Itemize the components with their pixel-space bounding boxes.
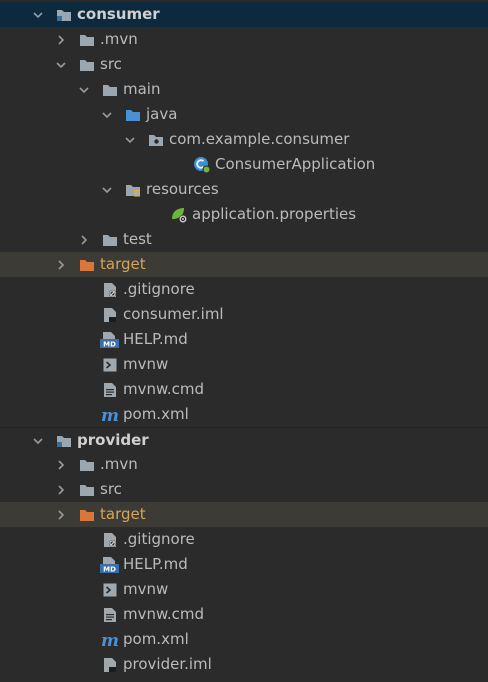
tree-row-src[interactable]: src: [0, 52, 488, 77]
chevron-down-icon[interactable]: [31, 2, 45, 27]
text-file-icon: [100, 602, 120, 627]
chevron-right-icon[interactable]: [54, 452, 68, 477]
tree-row-label: pom.xml: [123, 405, 189, 423]
markdown-file-icon: MD: [100, 327, 120, 352]
gitignore-file-icon: [100, 277, 120, 302]
tree-row-label: main: [123, 80, 161, 98]
tree-row-label: consumer: [77, 5, 160, 23]
project-tree: consumer .mvn src main java com.example.…: [0, 0, 488, 682]
svg-text:m: m: [101, 632, 119, 648]
tree-row-label: resources: [146, 180, 219, 198]
folder-icon: [100, 227, 120, 252]
tree-row-src[interactable]: src: [0, 477, 488, 502]
tree-row-help-md[interactable]: MD HELP.md: [0, 327, 488, 352]
tree-row-label: .mvn: [100, 30, 138, 48]
tree-row-help-md[interactable]: MD HELP.md: [0, 552, 488, 577]
chevron-down-icon[interactable]: [31, 428, 45, 453]
svg-text:MD: MD: [103, 340, 116, 348]
tree-row-label: .mvn: [100, 455, 138, 473]
tree-row-label: provider.iml: [123, 655, 212, 673]
tree-row-label: com.example.consumer: [169, 130, 350, 148]
tree-row-label: src: [100, 480, 122, 498]
tree-row-target[interactable]: target: [0, 502, 488, 527]
folder-icon: [77, 52, 97, 77]
module-folder-icon: [54, 428, 74, 453]
tree-row-target[interactable]: target: [0, 252, 488, 277]
tree-row-label: src: [100, 55, 122, 73]
tree-row-label: mvnw.cmd: [123, 380, 205, 398]
source-folder-icon: [123, 102, 143, 127]
tree-row-java[interactable]: java: [0, 102, 488, 127]
tree-row-application-properties[interactable]: application.properties: [0, 202, 488, 227]
tree-row-label: java: [146, 105, 178, 123]
svg-text:MD: MD: [103, 565, 116, 573]
chevron-right-icon[interactable]: [54, 27, 68, 52]
chevron-down-icon[interactable]: [54, 52, 68, 77]
tree-row-main[interactable]: main: [0, 77, 488, 102]
tree-row-label: application.properties: [192, 205, 357, 223]
svg-text:m: m: [101, 407, 119, 423]
tree-row-consumer[interactable]: consumer: [0, 2, 488, 27]
tree-row-resources[interactable]: resources: [0, 177, 488, 202]
tree-row-label: target: [100, 505, 146, 523]
maven-pom-icon: m: [100, 402, 120, 427]
spring-boot-class-icon: [192, 152, 212, 177]
tree-row-label: ConsumerApplication: [215, 155, 376, 173]
tree-row-pom-xml[interactable]: m pom.xml: [0, 402, 488, 427]
tree-row-mvnw[interactable]: mvnw: [0, 577, 488, 602]
maven-pom-icon: m: [100, 627, 120, 652]
markdown-file-icon: MD: [100, 552, 120, 577]
tree-row-label: mvnw.cmd: [123, 605, 205, 623]
excluded-folder-icon: [77, 252, 97, 277]
tree-row-gitignore[interactable]: .gitignore: [0, 527, 488, 552]
chevron-right-icon[interactable]: [54, 477, 68, 502]
tree-row-test[interactable]: test: [0, 227, 488, 252]
tree-row-mvn[interactable]: .mvn: [0, 27, 488, 52]
tree-row-mvnw[interactable]: mvnw: [0, 352, 488, 377]
chevron-down-icon[interactable]: [123, 127, 137, 152]
tree-row-label: HELP.md: [123, 330, 188, 348]
shell-script-icon: [100, 352, 120, 377]
tree-row-provider-iml[interactable]: provider.iml: [0, 652, 488, 677]
gitignore-file-icon: [100, 527, 120, 552]
tree-row-mvn[interactable]: .mvn: [0, 452, 488, 477]
tree-row-pom-xml[interactable]: m pom.xml: [0, 627, 488, 652]
chevron-right-icon[interactable]: [77, 227, 91, 252]
folder-icon: [100, 77, 120, 102]
tree-row-label: provider: [77, 431, 149, 449]
chevron-down-icon[interactable]: [77, 77, 91, 102]
excluded-folder-icon: [77, 502, 97, 527]
tree-row-label: consumer.iml: [123, 305, 224, 323]
chevron-down-icon[interactable]: [100, 177, 114, 202]
folder-icon: [77, 477, 97, 502]
resources-folder-icon: [123, 177, 143, 202]
tree-row-label: HELP.md: [123, 555, 188, 573]
tree-row-label: mvnw: [123, 580, 169, 598]
tree-row-gitignore[interactable]: .gitignore: [0, 277, 488, 302]
tree-row-label: .gitignore: [123, 280, 195, 298]
chevron-right-icon[interactable]: [54, 502, 68, 527]
tree-row-provider[interactable]: provider: [0, 427, 488, 452]
shell-script-icon: [100, 577, 120, 602]
tree-row-consumer-iml[interactable]: consumer.iml: [0, 302, 488, 327]
package-icon: [146, 127, 166, 152]
tree-row-mvnw-cmd[interactable]: mvnw.cmd: [0, 377, 488, 402]
chevron-down-icon[interactable]: [100, 102, 114, 127]
tree-row-label: target: [100, 255, 146, 273]
folder-icon: [77, 452, 97, 477]
iml-file-icon: [100, 302, 120, 327]
iml-file-icon: [100, 652, 120, 677]
chevron-right-icon[interactable]: [54, 252, 68, 277]
tree-row-mvnw-cmd[interactable]: mvnw.cmd: [0, 602, 488, 627]
spring-properties-icon: [169, 202, 189, 227]
tree-row-label: pom.xml: [123, 630, 189, 648]
folder-icon: [77, 27, 97, 52]
tree-row-label: test: [123, 230, 152, 248]
tree-row-com-example-consumer[interactable]: com.example.consumer: [0, 127, 488, 152]
tree-row-consumerapplication[interactable]: ConsumerApplication: [0, 152, 488, 177]
text-file-icon: [100, 377, 120, 402]
tree-row-label: mvnw: [123, 355, 169, 373]
tree-row-label: .gitignore: [123, 530, 195, 548]
module-folder-icon: [54, 2, 74, 27]
